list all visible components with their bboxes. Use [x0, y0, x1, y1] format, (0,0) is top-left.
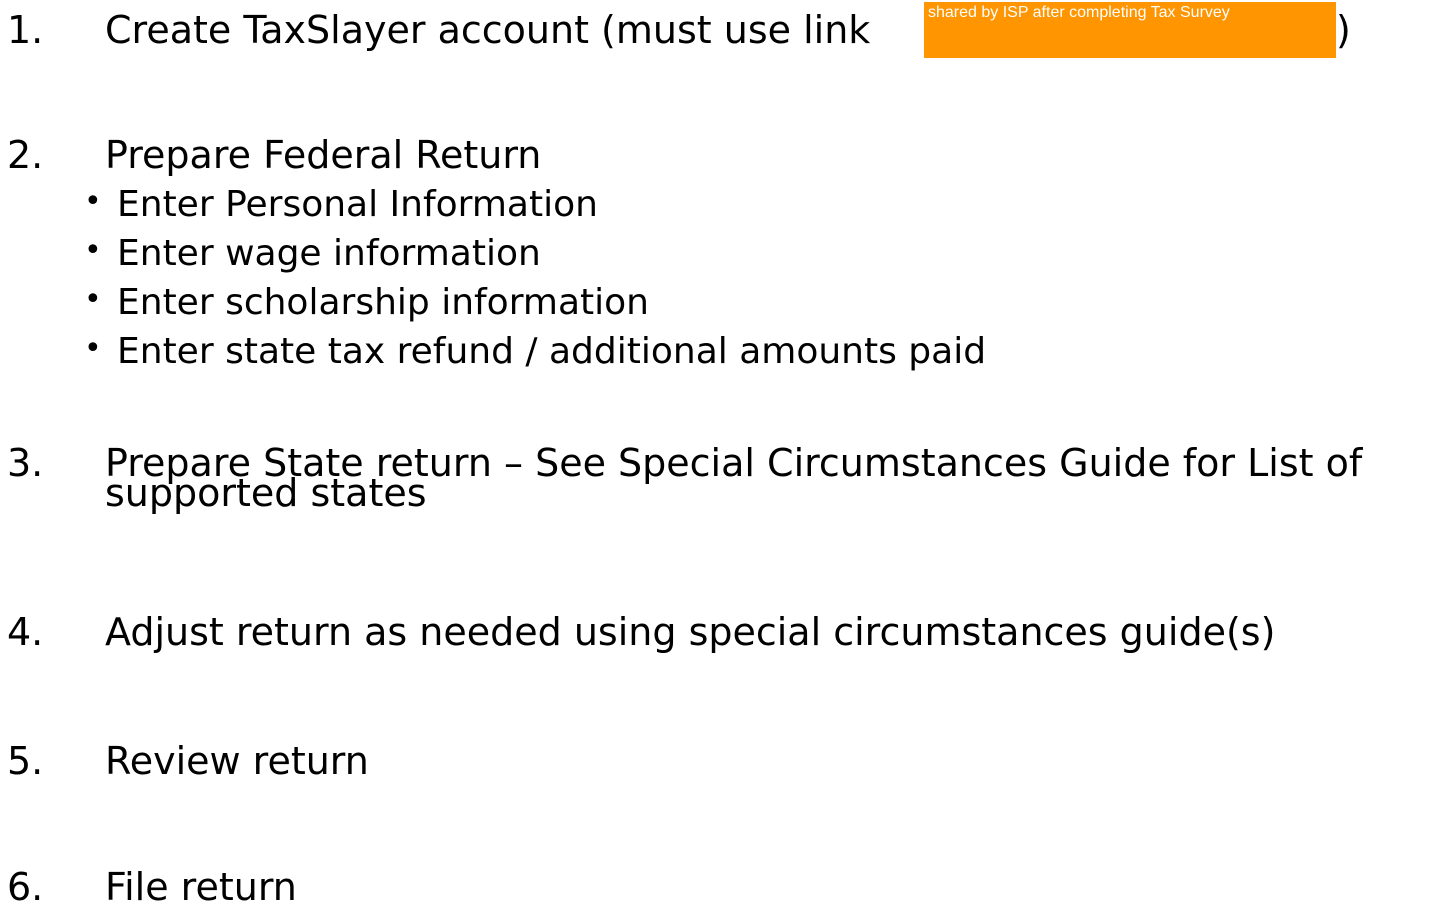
substep-text: Enter state tax refund / additional amou… — [117, 331, 987, 372]
step-number: 4. — [7, 610, 44, 654]
step-text: Prepare Federal Return — [105, 133, 542, 177]
step-text: Adjust return as needed using special ci… — [105, 610, 1276, 654]
link-note-callout: shared by ISP after completing Tax Surve… — [924, 2, 1336, 58]
substep-text: Enter wage information — [117, 233, 541, 274]
substep-text: Enter Personal Information — [117, 184, 598, 225]
step-text: File return — [105, 865, 297, 909]
bullet-icon: • — [84, 331, 102, 366]
step-text: Review return — [105, 739, 369, 783]
step-text-continuation: supported states — [105, 471, 427, 515]
step-number: 2. — [7, 133, 44, 177]
step-text: Create TaxSlayer account (must use link — [105, 8, 871, 52]
step-number: 5. — [7, 739, 44, 783]
bullet-icon: • — [84, 233, 102, 268]
substep-text: Enter scholarship information — [117, 282, 649, 323]
step-number: 3. — [7, 441, 44, 485]
closing-parenthesis: ) — [1336, 8, 1351, 52]
bullet-icon: • — [84, 282, 102, 317]
bullet-icon: • — [84, 184, 102, 219]
step-number: 6. — [7, 865, 44, 909]
step-number: 1. — [7, 8, 44, 52]
